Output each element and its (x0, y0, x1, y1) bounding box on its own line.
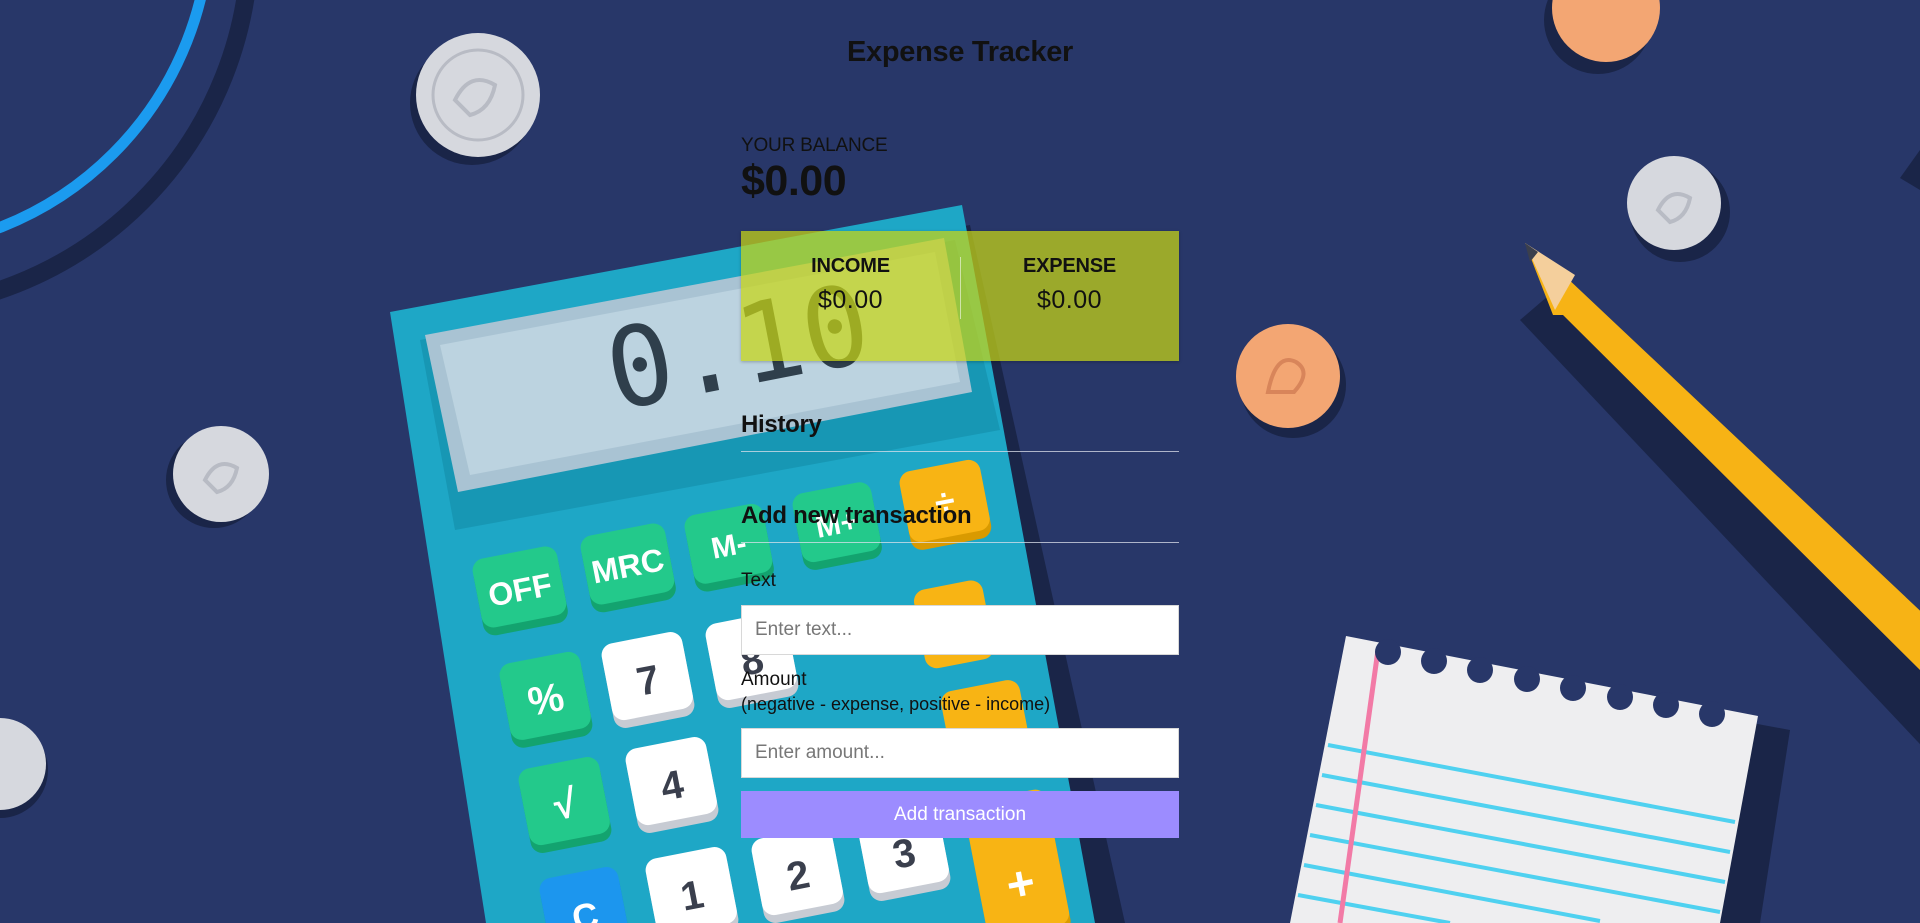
expense-label: EXPENSE (1022, 255, 1117, 277)
silver-coin-icon (1627, 156, 1730, 262)
silver-coin-icon (410, 33, 540, 165)
silver-coin-icon (0, 718, 48, 818)
decorative-shape (1900, 150, 1920, 190)
income-label: INCOME (811, 255, 890, 277)
income-expense-panel: INCOME $0.00 EXPENSE $0.00 (741, 231, 1179, 361)
income-value: $0.00 (817, 286, 884, 314)
silver-coin-icon (166, 426, 269, 528)
amount-input[interactable] (741, 728, 1179, 778)
notebook-paper-icon (1290, 636, 1790, 923)
text-input[interactable] (741, 605, 1179, 655)
history-heading: History (741, 411, 822, 438)
amount-field-label: Amount (741, 669, 807, 690)
add-transaction-button[interactable]: Add transaction (741, 791, 1179, 838)
income-section: INCOME $0.00 (741, 231, 960, 361)
amount-hint: (negative - expense, positive - income) (741, 694, 1051, 714)
history-divider (741, 451, 1179, 452)
expense-value: $0.00 (1036, 286, 1103, 314)
balance-value: $0.00 (741, 157, 847, 205)
key-m-minus: M- (709, 527, 750, 566)
copper-coin-icon (1236, 324, 1346, 438)
form-divider (741, 542, 1179, 543)
decorative-arcs (0, 0, 255, 300)
page-title: Expense Tracker (846, 36, 1074, 68)
background-illustration: 0.10 OFF MRC M- M+ ÷ % 7 8 √ 4 1 2 3 + C (0, 0, 1920, 923)
copper-coin-icon (1544, 0, 1660, 74)
text-field-label: Text (741, 570, 776, 591)
add-transaction-heading: Add new transaction (741, 502, 972, 529)
expense-section: EXPENSE $0.00 (960, 231, 1179, 361)
balance-label: YOUR BALANCE (741, 135, 888, 156)
